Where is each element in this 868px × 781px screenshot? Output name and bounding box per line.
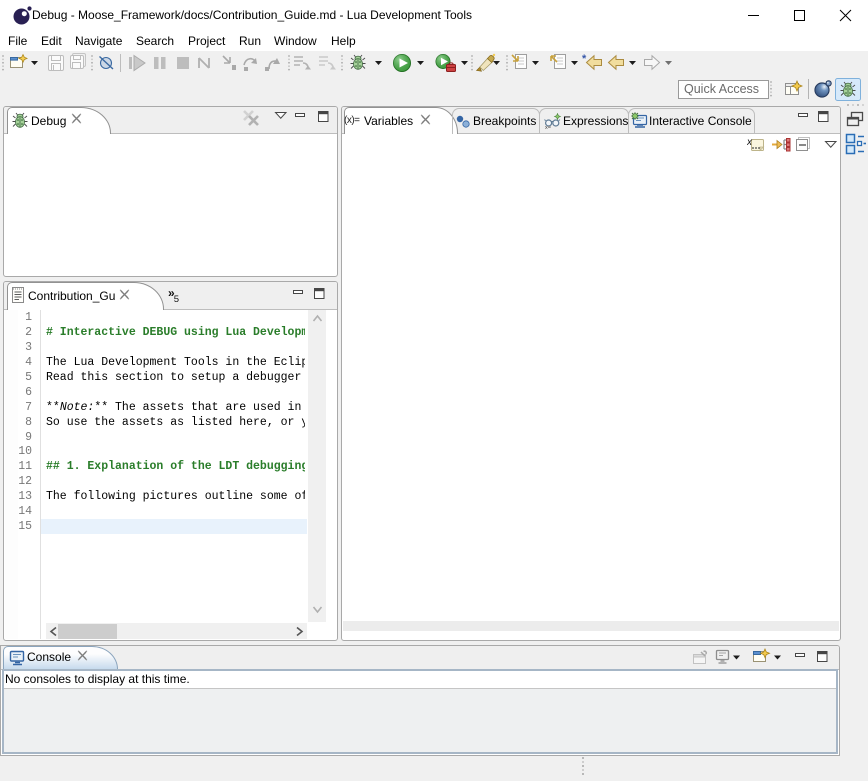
svg-text:*: *: [582, 53, 587, 65]
svg-text:(x)=: (x)=: [344, 115, 360, 126]
